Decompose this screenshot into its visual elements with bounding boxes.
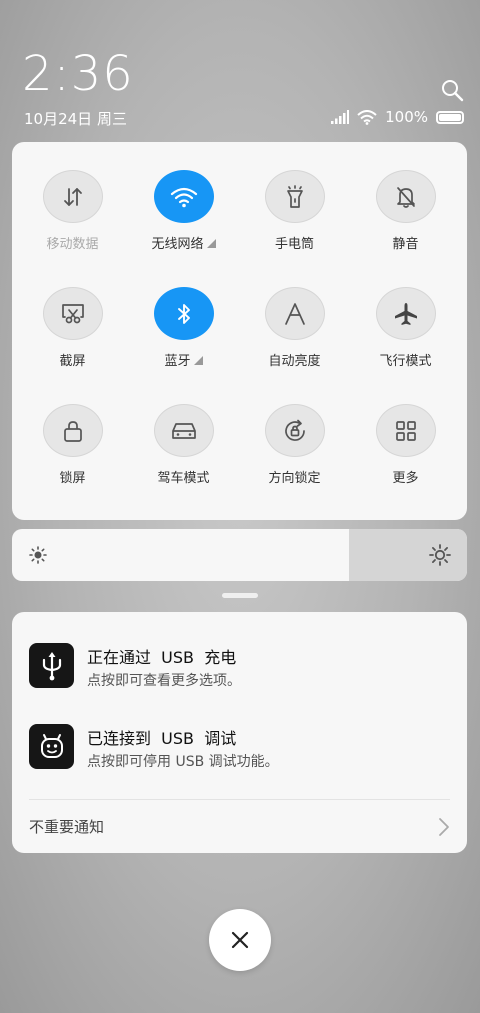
unimportant-notifications-label: 不重要通知 — [29, 818, 105, 836]
tile-more[interactable]: 更多 — [350, 376, 461, 486]
chevron-right-icon — [439, 817, 449, 836]
tile-label-text: 移动数据 — [46, 237, 99, 252]
tile-button[interactable] — [153, 170, 214, 223]
close-icon — [231, 931, 249, 949]
tile-lock[interactable]: 锁屏 — [17, 376, 128, 486]
tile-label: 蓝牙 — [164, 350, 203, 369]
tile-button[interactable] — [264, 170, 325, 223]
tile-label-text: 飞行模式 — [379, 354, 432, 369]
tile-label-text: 手电筒 — [274, 237, 314, 252]
expand-caret-icon[interactable] — [193, 356, 203, 365]
wifi-icon — [170, 186, 198, 208]
clock[interactable]: 2:36 — [22, 48, 134, 100]
date[interactable]: 10月24日 周三 — [24, 108, 127, 129]
tile-button[interactable] — [375, 170, 436, 223]
tile-button[interactable] — [264, 287, 325, 340]
usb-icon — [29, 643, 74, 688]
system-status: 100% — [331, 108, 464, 126]
tile-button[interactable] — [375, 287, 436, 340]
tile-label: 移动数据 — [46, 233, 98, 252]
notification-usb-debugging[interactable]: 已连接到 USB 调试 点按即可停用 USB 调试功能。 — [29, 724, 459, 772]
auto-brightness-icon — [284, 302, 306, 326]
close-button[interactable] — [209, 909, 271, 971]
battery-percent: 100% — [385, 108, 428, 126]
tile-label: 更多 — [392, 467, 418, 486]
tile-screenshot[interactable]: 截屏 — [17, 259, 128, 369]
tile-label-text: 锁屏 — [59, 471, 86, 486]
notification-title: 正在通过 USB 充电 — [87, 648, 237, 667]
tile-label: 锁屏 — [59, 467, 85, 486]
tile-button[interactable] — [42, 170, 103, 223]
rotation-lock-icon — [283, 419, 307, 443]
tile-airplane[interactable]: 飞行模式 — [350, 259, 461, 369]
lock-icon — [62, 419, 84, 443]
unimportant-notifications-row[interactable]: 不重要通知 — [29, 800, 450, 853]
tile-label-text: 方向锁定 — [268, 471, 321, 486]
tile-button[interactable] — [42, 404, 103, 457]
tile-label: 截屏 — [59, 350, 85, 369]
drag-handle[interactable] — [222, 593, 258, 598]
wifi-status-icon — [357, 109, 377, 125]
tile-label-text: 更多 — [392, 471, 419, 486]
tile-label: 手电筒 — [275, 233, 314, 252]
notification-panel: 正在通过 USB 充电 点按即可查看更多选项。 已连接到 USB 调试 点按即可… — [12, 612, 467, 853]
status-bar: 2:36 10月24日 周三 100% — [0, 0, 480, 140]
tile-auto-brightness[interactable]: 自动亮度 — [239, 259, 350, 369]
tile-label: 自动亮度 — [268, 350, 320, 369]
tile-bluetooth[interactable]: 蓝牙 — [128, 259, 239, 369]
tile-wifi[interactable]: 无线网络 — [128, 142, 239, 252]
tile-button[interactable] — [375, 404, 436, 457]
notification-usb-charging[interactable]: 正在通过 USB 充电 点按即可查看更多选项。 — [29, 643, 459, 691]
tile-rotation-lock[interactable]: 方向锁定 — [239, 376, 350, 486]
tile-flashlight[interactable]: 手电筒 — [239, 142, 350, 252]
tile-button[interactable] — [153, 404, 214, 457]
tile-button[interactable] — [153, 287, 214, 340]
android-debug-icon — [29, 724, 74, 769]
airplane-icon — [393, 301, 419, 327]
brightness-high-icon — [429, 544, 451, 566]
brightness-low-icon — [29, 546, 47, 564]
grid-icon — [395, 420, 417, 442]
tile-mute[interactable]: 静音 — [350, 142, 461, 252]
battery-icon — [436, 110, 464, 124]
scissors-icon — [61, 303, 85, 325]
tile-label: 无线网络 — [151, 233, 216, 252]
quick-settings-panel: 移动数据 无线网络 手电筒 静音截屏 蓝牙 自动亮度 飞行模式锁屏 驾车模式 方向锁定 更多 — [12, 142, 467, 520]
search-icon[interactable] — [440, 78, 464, 102]
signal-icon — [331, 110, 350, 124]
tile-label-text: 静音 — [392, 237, 419, 252]
tile-label-text: 蓝牙 — [164, 354, 191, 369]
brightness-slider[interactable] — [12, 529, 467, 581]
tile-label: 飞行模式 — [379, 350, 431, 369]
notification-title: 已连接到 USB 调试 — [87, 729, 237, 748]
tile-button[interactable] — [264, 404, 325, 457]
arrows-updown-icon — [62, 186, 84, 208]
bell-off-icon — [395, 185, 417, 209]
notification-body: 点按即可停用 USB 调试功能。 — [87, 754, 279, 770]
tile-label-text: 无线网络 — [151, 237, 204, 252]
tile-button[interactable] — [42, 287, 103, 340]
tile-label-text: 自动亮度 — [268, 354, 321, 369]
tile-label-text: 截屏 — [59, 354, 86, 369]
notification-body: 点按即可查看更多选项。 — [87, 673, 241, 689]
tile-label-text: 驾车模式 — [157, 471, 210, 486]
tile-label: 方向锁定 — [268, 467, 320, 486]
car-icon — [171, 421, 197, 441]
flashlight-icon — [284, 184, 306, 209]
expand-caret-icon[interactable] — [206, 239, 216, 248]
tile-driving[interactable]: 驾车模式 — [128, 376, 239, 486]
bluetooth-icon — [176, 302, 192, 326]
tile-label: 驾车模式 — [157, 467, 209, 486]
tile-mobile-data[interactable]: 移动数据 — [17, 142, 128, 252]
tile-label: 静音 — [392, 233, 418, 252]
